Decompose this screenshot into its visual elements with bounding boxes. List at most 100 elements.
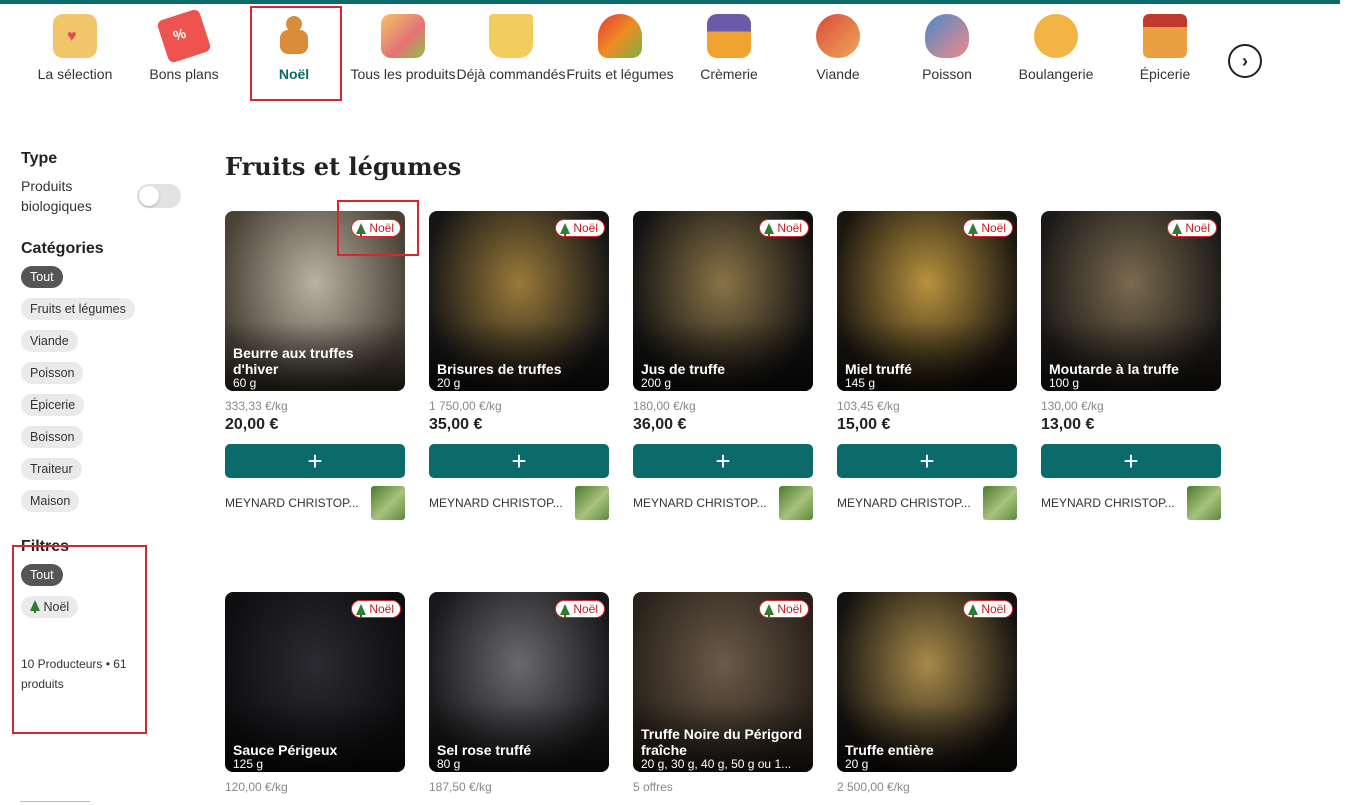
producer-avatar [1187, 486, 1221, 520]
product-image[interactable]: Noël Truffe Noire du Périgord fraîche 20 g… [633, 592, 813, 772]
add-to-cart-button[interactable]: + [429, 444, 609, 478]
noel-badge: Noël [555, 219, 605, 237]
product-card[interactable]: Noël Truffe Noire du Périgord fraîche 20 g… [633, 592, 813, 794]
category-label: Fruits et légumes [566, 66, 674, 82]
plus-icon: + [1123, 446, 1139, 476]
product-name: Beurre aux truffes d'hiver [233, 345, 354, 377]
product-weight: 20 g [437, 376, 461, 390]
category-deja-commandes[interactable]: Déjà commandés [456, 10, 566, 84]
producer-row[interactable]: MEYNARD CHRISTOP... [1041, 486, 1221, 520]
category-poisson[interactable]: Poisson [892, 10, 1002, 84]
category-chip-tout[interactable]: Tout [21, 266, 63, 288]
product-unit-price: 103,45 €/kg [837, 399, 900, 413]
category-nav: ♥ La sélection % Bons plans Noël Tous le… [20, 8, 1310, 110]
noel-badge: Noël [759, 219, 809, 237]
category-label: Bons plans [149, 66, 219, 82]
category-chip-viande[interactable]: Viande [21, 330, 78, 352]
product-image[interactable]: Noël Miel truffé 145 g [837, 211, 1017, 391]
category-tous-les-produits[interactable]: Tous les produits [348, 10, 458, 84]
filter-sidebar: Type Produits biologiques Catégories Tou… [21, 150, 181, 694]
toggle-knob [139, 186, 159, 206]
noel-badge: Noël [555, 600, 605, 618]
product-image[interactable]: Noël Brisures de truffes 20 g [429, 211, 609, 391]
product-card[interactable]: Noël Moutarde à la truffe 100 g 130,00 €/kg… [1041, 211, 1221, 520]
product-unit-price: 180,00 €/kg [633, 399, 696, 413]
product-card[interactable]: Noël Sel rose truffé 80 g 187,50 €/kg [429, 592, 609, 794]
tree-icon [1172, 222, 1183, 236]
add-to-cart-button[interactable]: + [633, 444, 813, 478]
filter-chip-noel[interactable]: Noël [21, 596, 79, 618]
chevron-right-icon[interactable]: › [1228, 44, 1262, 78]
producer-row[interactable]: MEYNARD CHRISTOP... [429, 486, 609, 520]
badge-label: Noël [981, 602, 1006, 616]
category-noel[interactable]: Noël [239, 10, 349, 84]
producer-row[interactable]: MEYNARD CHRISTOP... [225, 486, 405, 520]
badge-label: Noël [369, 602, 394, 616]
product-card[interactable]: Noël Beurre aux truffes d'hiver 60 g 333,33… [225, 211, 405, 520]
page-title: Fruits et légumes [225, 152, 462, 181]
bottom-divider [20, 801, 90, 805]
noel-badge: Noël [759, 600, 809, 618]
product-card[interactable]: Noël Brisures de truffes 20 g 1 750,00 €/kg… [429, 211, 609, 520]
category-fruits-legumes[interactable]: Fruits et légumes [565, 10, 675, 84]
product-image[interactable]: Noël Jus de truffe 200 g [633, 211, 813, 391]
product-price: 20,00 € [225, 416, 279, 433]
add-to-cart-button[interactable]: + [1041, 444, 1221, 478]
filter-chip-tout[interactable]: Tout [21, 564, 63, 586]
category-epicerie[interactable]: Épicerie [1110, 10, 1220, 84]
product-image[interactable]: Noël Truffe entière 20 g [837, 592, 1017, 772]
plus-icon: + [307, 446, 323, 476]
gingerbread-icon [272, 14, 316, 58]
category-label: Épicerie [1139, 66, 1191, 82]
producer-name: MEYNARD CHRISTOP... [1041, 496, 1175, 510]
product-card[interactable]: Noël Truffe entière 20 g 2 500,00 €/kg [837, 592, 1017, 794]
product-image[interactable]: Noël Sel rose truffé 80 g [429, 592, 609, 772]
plus-icon: + [511, 446, 527, 476]
category-chip-boisson[interactable]: Boisson [21, 426, 84, 448]
product-image[interactable]: Noël Sauce Périgeux 125 g [225, 592, 405, 772]
producer-avatar [575, 486, 609, 520]
producer-row[interactable]: MEYNARD CHRISTOP... [633, 486, 813, 520]
category-la-selection[interactable]: ♥ La sélection [20, 10, 130, 84]
product-name: Miel truffé [845, 361, 912, 377]
category-chip-poisson[interactable]: Poisson [21, 362, 84, 384]
product-card[interactable]: Noël Miel truffé 145 g 103,45 €/kg 15,00 € + M… [837, 211, 1017, 520]
meat-icon [816, 14, 860, 58]
bio-label: Produits biologiques [21, 178, 92, 214]
product-weight: 125 g [233, 757, 264, 771]
product-image[interactable]: Noël Beurre aux truffes d'hiver 60 g [225, 211, 405, 391]
product-weight: 20 g, 30 g, 40 g, 50 g ou 1... [641, 757, 792, 771]
tree-icon [764, 603, 775, 617]
product-unit-price: 2 500,00 €/kg [837, 780, 910, 794]
category-viande[interactable]: Viande [783, 10, 893, 84]
badge-label: Noël [573, 221, 598, 235]
product-card[interactable]: Noël Jus de truffe 200 g 180,00 €/kg 36,00 €… [633, 211, 813, 520]
noel-badge: Noël [963, 219, 1013, 237]
basket-icon [489, 14, 533, 58]
category-chip-traiteur[interactable]: Traiteur [21, 458, 82, 480]
category-cremerie[interactable]: Crèmerie [674, 10, 784, 84]
bio-toggle[interactable] [137, 184, 181, 208]
category-bons-plans[interactable]: % Bons plans [129, 8, 239, 84]
tree-icon [356, 222, 367, 236]
bread-icon [1034, 14, 1078, 58]
product-card[interactable]: Noël Sauce Périgeux 125 g 120,00 €/kg [225, 592, 405, 794]
categories-heading: Catégories [21, 240, 104, 257]
product-unit-price: 333,33 €/kg [225, 399, 288, 413]
category-chip-maison[interactable]: Maison [21, 490, 80, 512]
category-label: Poisson [922, 66, 972, 82]
product-name: Moutarde à la truffe [1049, 361, 1179, 377]
noel-badge: Noël [351, 600, 401, 618]
category-boulangerie[interactable]: Boulangerie [1001, 10, 1111, 84]
product-name: Jus de truffe [641, 361, 726, 377]
product-image[interactable]: Noël Moutarde à la truffe 100 g [1041, 211, 1221, 391]
product-weight: 200 g [641, 376, 672, 390]
add-to-cart-button[interactable]: + [225, 444, 405, 478]
producer-row[interactable]: MEYNARD CHRISTOP... [837, 486, 1017, 520]
plus-icon: + [715, 446, 731, 476]
product-price: 35,00 € [429, 416, 483, 433]
category-chip-epicerie[interactable]: Épicerie [21, 394, 85, 416]
add-to-cart-button[interactable]: + [837, 444, 1017, 478]
category-chip-fruits-legumes[interactable]: Fruits et légumes [21, 298, 135, 320]
producer-avatar [779, 486, 813, 520]
